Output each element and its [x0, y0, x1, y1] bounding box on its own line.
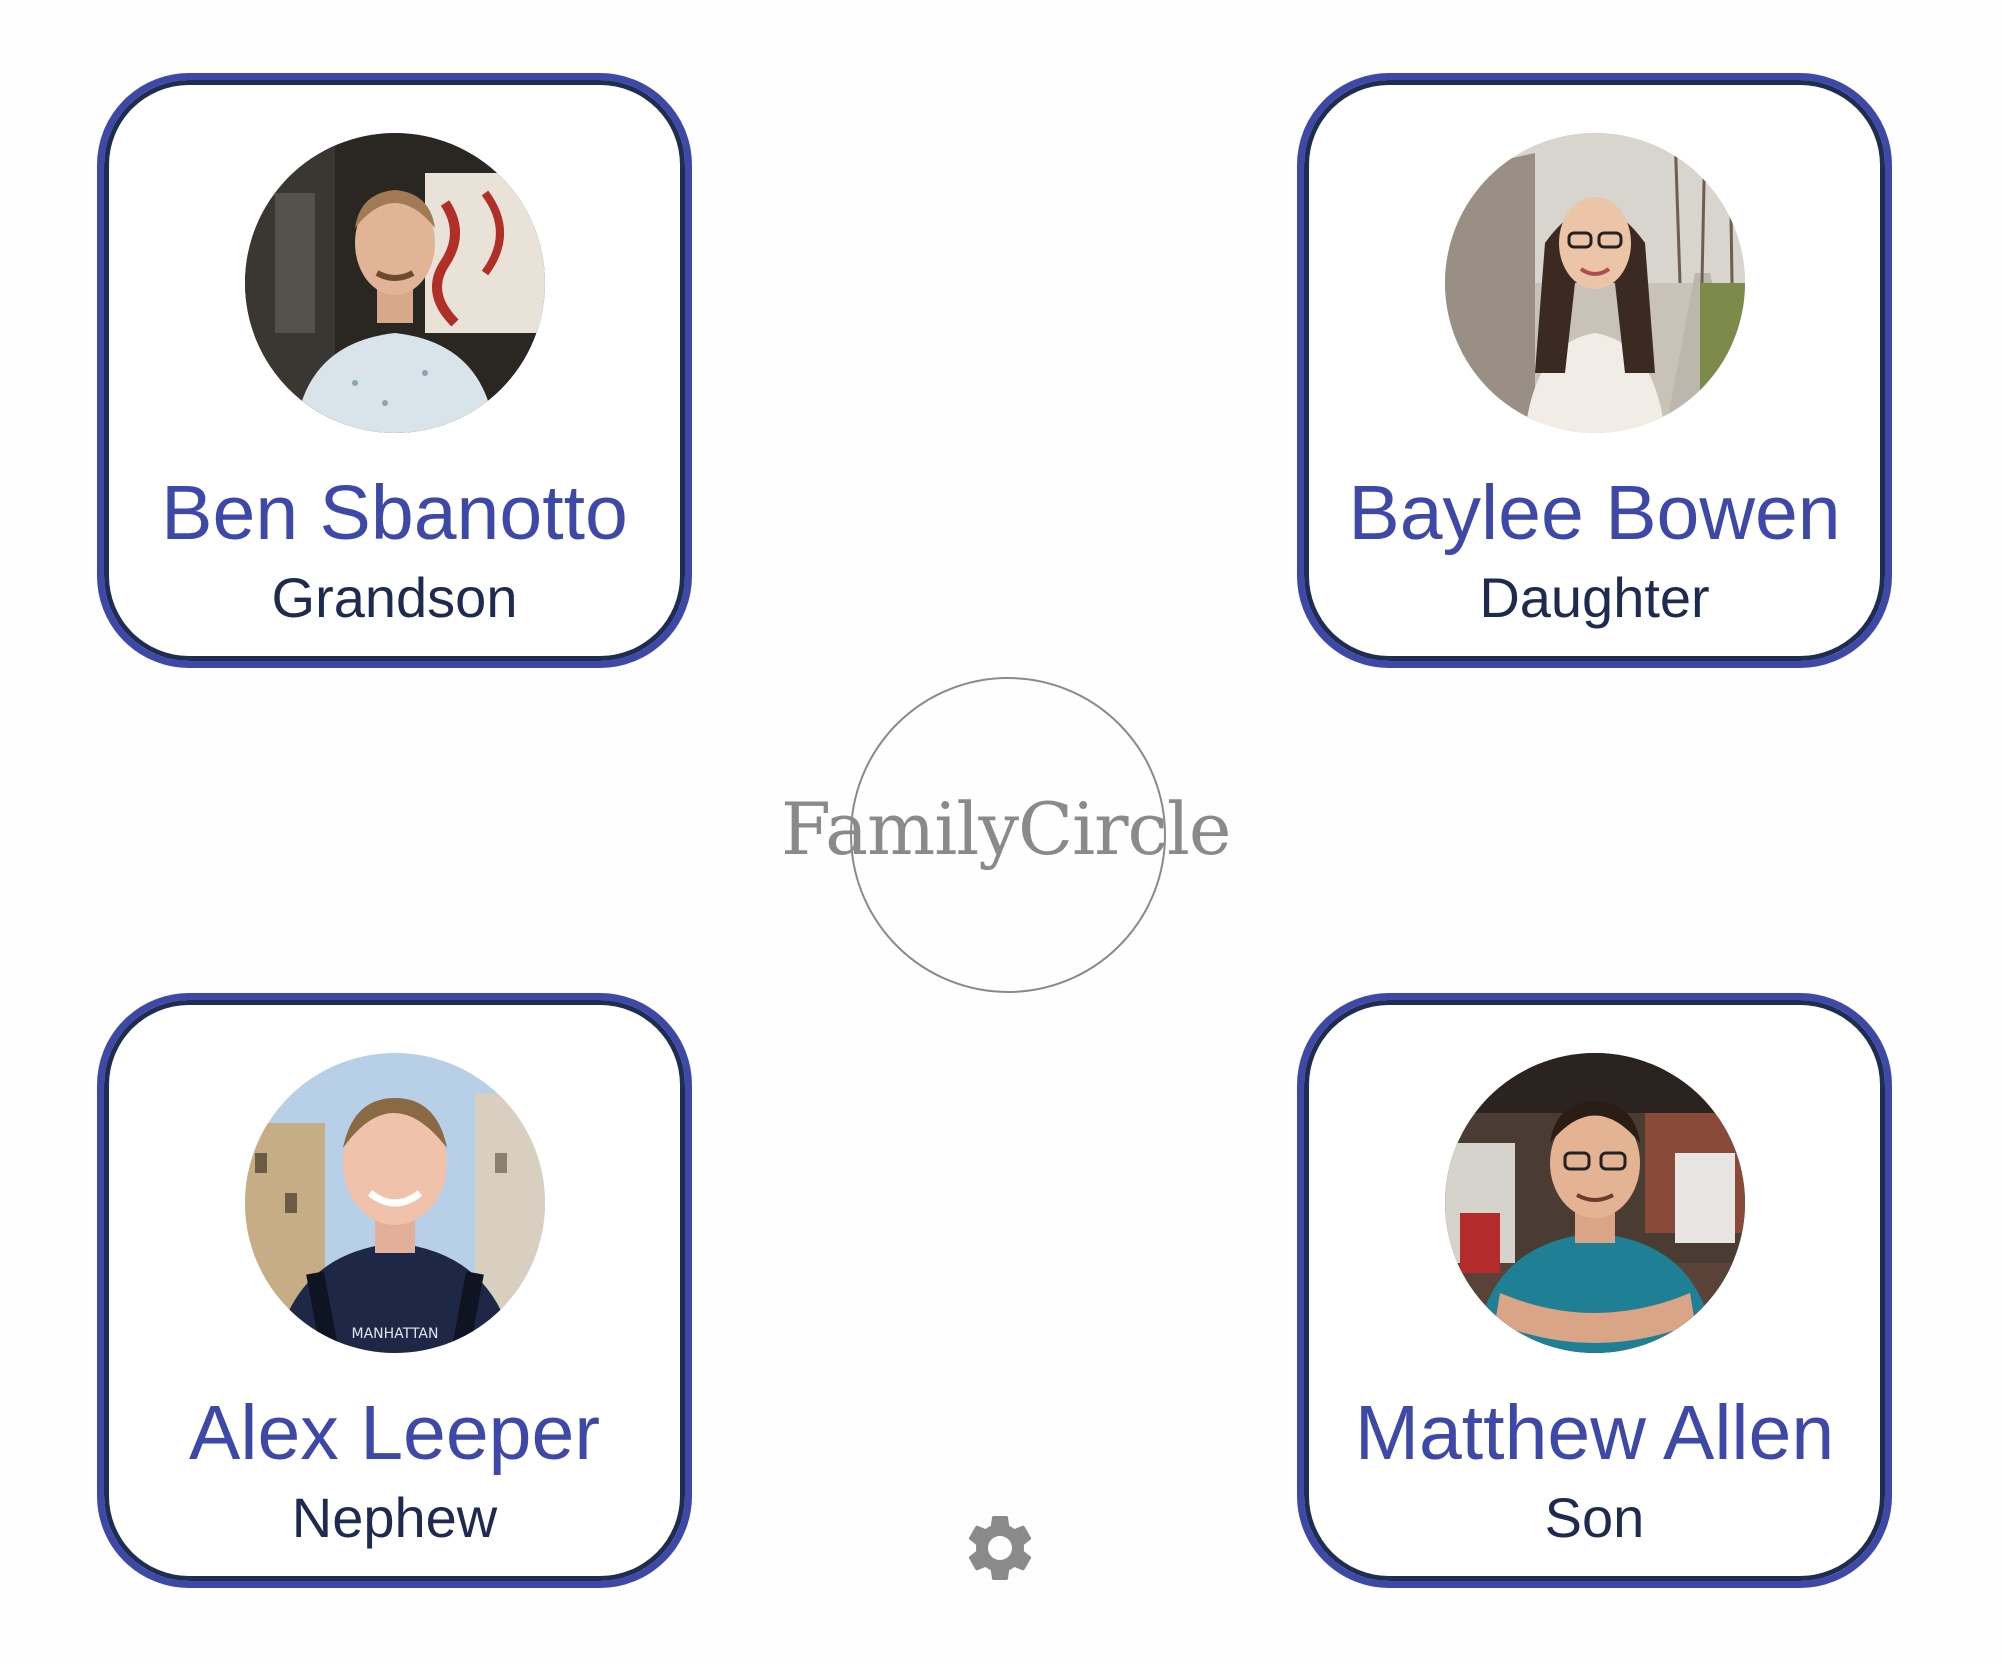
contact-relation: Grandson [271, 566, 518, 629]
avatar-photo-matthew [1444, 1053, 1745, 1353]
avatar: MANHATTAN [244, 1053, 545, 1353]
avatar [244, 133, 545, 433]
familycircle-logo: FamilyCircle [781, 673, 1232, 1003]
avatar-photo-ben [244, 133, 545, 433]
avatar-photo-alex: MANHATTAN [244, 1053, 545, 1353]
contact-card-matthew-allen[interactable]: Matthew Allen Son [1297, 993, 1892, 1588]
contact-relation: Son [1544, 1486, 1645, 1549]
home-screen: Ben Sbanotto Grandson Baylee Bowen Daugh… [0, 0, 2002, 1666]
contact-card-ben-sbanotto[interactable]: Ben Sbanotto Grandson [97, 73, 692, 668]
settings-button[interactable] [960, 1508, 1040, 1588]
contact-relation: Nephew [291, 1486, 498, 1549]
avatar [1444, 1053, 1745, 1353]
avatar-photo-baylee [1444, 133, 1745, 433]
svg-text:MANHATTAN: MANHATTAN [351, 1326, 438, 1342]
logo-text: FamilyCircle [781, 787, 1232, 871]
contact-relation: Daughter [1479, 566, 1710, 629]
contact-card-baylee-bowen[interactable]: Baylee Bowen Daughter [1297, 73, 1892, 668]
contact-name: Alex Leeper [189, 1390, 600, 1476]
contact-name: Matthew Allen [1354, 1390, 1835, 1476]
contact-name: Ben Sbanotto [161, 470, 628, 556]
contact-card-alex-leeper[interactable]: MANHATTAN Alex Leeper Nephew [97, 993, 692, 1588]
avatar [1444, 133, 1745, 433]
gear-icon [968, 1516, 1032, 1580]
contact-name: Baylee Bowen [1348, 470, 1841, 556]
